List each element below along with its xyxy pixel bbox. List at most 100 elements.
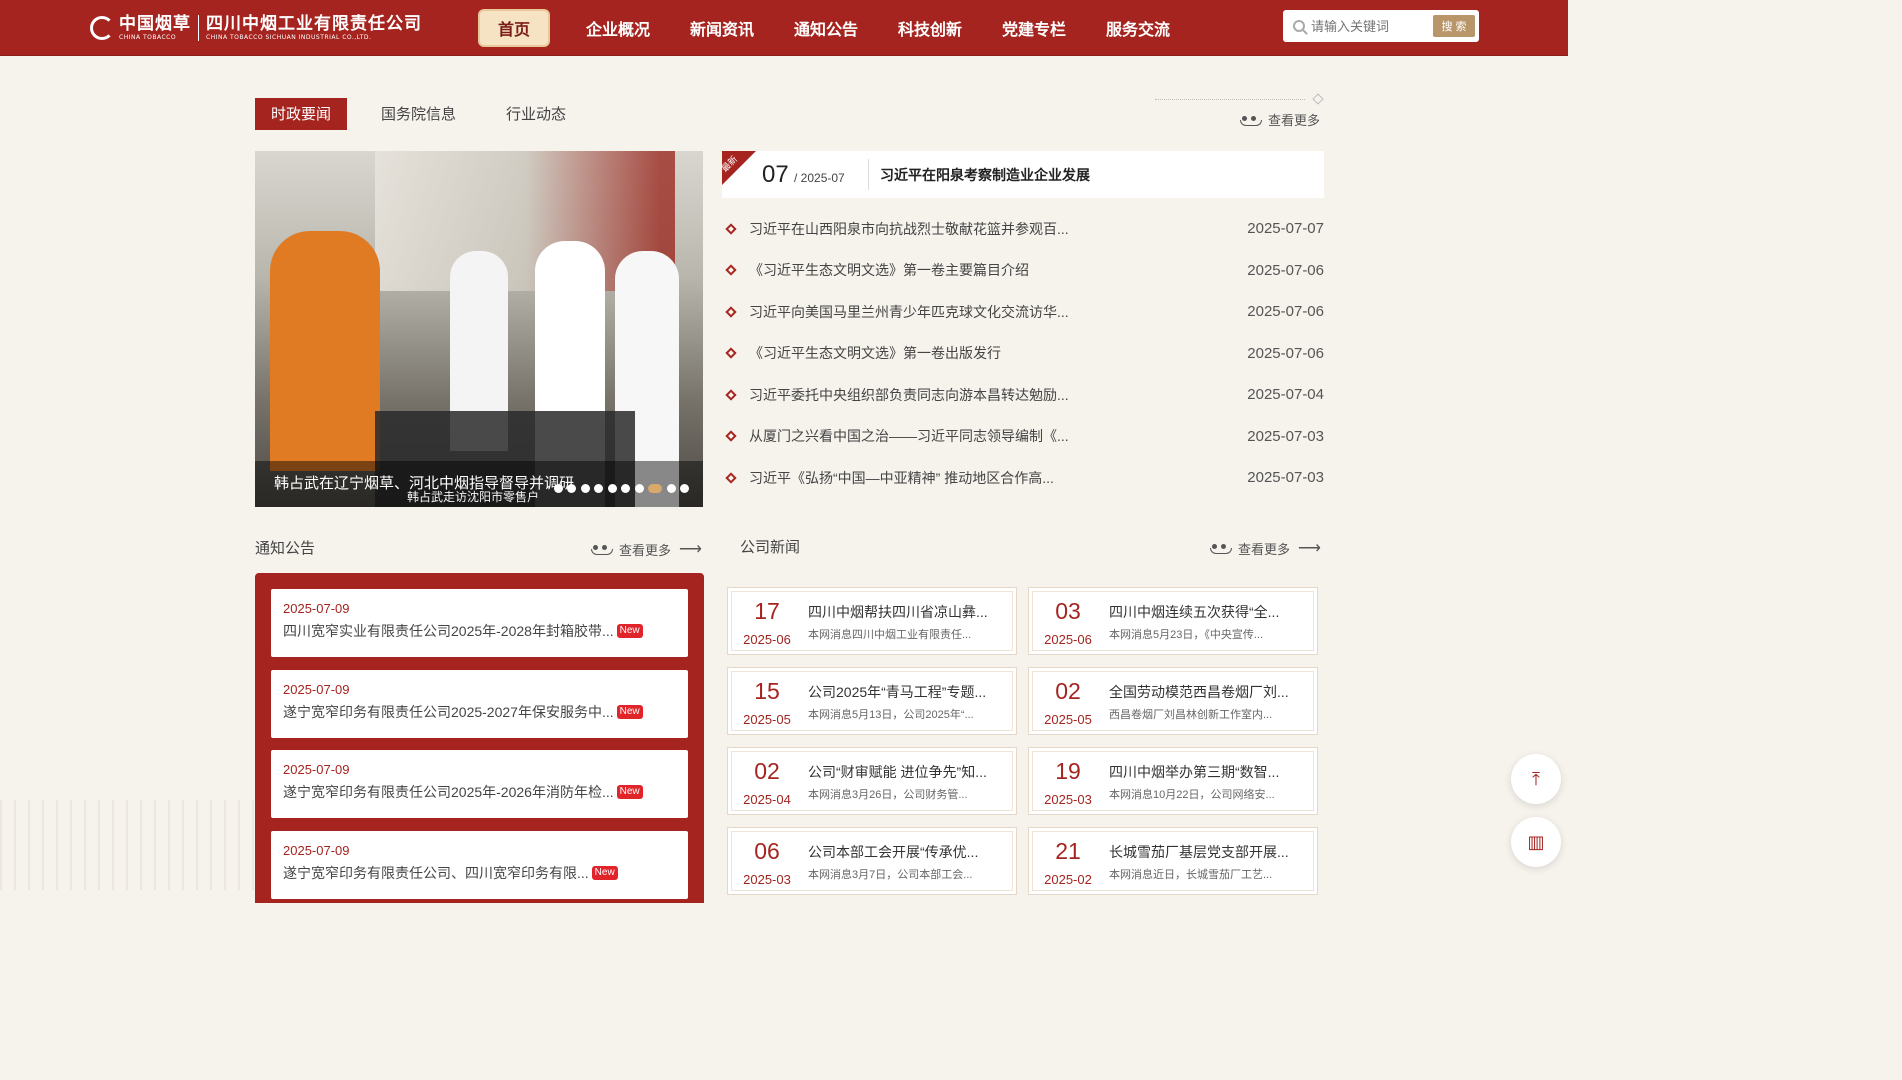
news-date: 2025-07-03 <box>1247 427 1324 445</box>
politics-more-link[interactable]: 查看更多 <box>1240 110 1320 129</box>
notice-title: 四川宽窄实业有限责任公司2025年-2028年封箱胶带... <box>283 623 614 639</box>
notices-more-link[interactable]: 查看更多 ⟶ <box>591 539 702 559</box>
card-year-month: 2025-04 <box>743 792 791 807</box>
side-tool-button[interactable]: ▥ <box>1511 817 1561 867</box>
nav-item-notices[interactable]: 通知公告 <box>774 0 878 56</box>
tab-industry[interactable]: 行业动态 <box>490 98 582 130</box>
company-news-card[interactable]: 02 2025-05 全国劳动模范西昌卷烟厂刘... 西昌卷烟厂刘昌林创新工作室内..… <box>1028 667 1318 735</box>
news-list-item[interactable]: 《习近平生态文明文选》第一卷出版发行 2025-07-06 <box>722 333 1324 375</box>
notice-title: 遂宁宽窄印务有限责任公司2025-2027年保安服务中... <box>283 703 614 720</box>
new-badge: New <box>616 704 643 719</box>
slider-dot[interactable] <box>580 484 590 493</box>
news-list-item[interactable]: 习近平向美国马里兰州青少年匹克球文化交流访华... 2025-07-06 <box>722 291 1324 333</box>
slider-dot[interactable] <box>607 484 617 493</box>
card-title: 长城雪茄厂基层党支部开展... <box>1109 844 1289 860</box>
main-nav: 首页 企业概况 新闻资讯 通知公告 科技创新 党建专栏 服务交流 <box>462 0 1190 56</box>
company-news-card[interactable]: 15 2025-05 公司2025年“青马工程”专题... 本网消息5月13日，公司2… <box>727 667 1017 735</box>
notice-item[interactable]: 2025-07-09 遂宁宽窄印务有限责任公司2025年-2026年消防年检...… <box>271 750 688 818</box>
card-year-month: 2025-06 <box>1044 632 1092 647</box>
notices-section-title: 通知公告 <box>255 539 316 557</box>
card-day: 02 <box>1055 678 1081 704</box>
notice-item[interactable]: 2025-07-09 遂宁宽窄印务有限责任公司、四川宽窄印务有限... New <box>271 830 688 899</box>
diamond-bullet-icon <box>725 223 737 235</box>
card-day: 06 <box>754 838 780 864</box>
card-day: 03 <box>1055 598 1081 624</box>
news-image-slider[interactable]: 韩占武在辽宁烟草、河北中烟指导督导并调研 韩占武走访沈阳市零售户 <box>255 151 703 507</box>
slider-dot[interactable] <box>594 484 603 493</box>
news-list-item[interactable]: 习近平《弘扬“中国—中亚精神” 推动地区合作高... 2025-07-03 <box>722 457 1324 499</box>
notice-item[interactable]: 2025-07-09 四川宽窄实业有限责任公司2025年-2028年封箱胶带...… <box>271 589 688 657</box>
nav-item-party[interactable]: 党建专栏 <box>982 0 1086 56</box>
company-news-card[interactable]: 02 2025-04 公司“财审赋能 进位争先”知... 本网消息3月26日，公司财务… <box>727 747 1017 815</box>
company-news-card[interactable]: 06 2025-03 公司本部工会开展“传承优... 本网消息3月7日，公司本部工会.… <box>727 827 1017 895</box>
decorative-diamond-icon <box>1312 93 1324 105</box>
back-to-top-button[interactable]: ⤒ <box>1511 754 1561 804</box>
slider-dot[interactable] <box>553 484 563 493</box>
decorative-dotted-line <box>1155 99 1305 100</box>
nav-item-service[interactable]: 服务交流 <box>1086 0 1190 56</box>
notice-item[interactable]: 2025-07-09 遂宁宽窄印务有限责任公司2025-2027年保安服务中...… <box>271 669 688 738</box>
nav-item-innovation[interactable]: 科技创新 <box>878 0 982 56</box>
slider-dot[interactable] <box>567 484 576 493</box>
card-year-month: 2025-05 <box>743 712 791 727</box>
news-title: 习近平在山西阳泉市向抗战烈士敬献花篮并参观百... <box>749 220 1069 237</box>
new-badge: New <box>616 624 643 638</box>
company-en-name: CHINA TOBACCO SICHUAN INDUSTRIAL CO.,LTD… <box>206 34 372 41</box>
headline-title[interactable]: 习近平在阳泉考察制造业企业发展 <box>880 165 1090 185</box>
tab-state-council[interactable]: 国务院信息 <box>365 98 472 130</box>
company-news-card[interactable]: 17 2025-06 四川中烟帮扶四川省凉山彝... 本网消息四川中烟工业有限责任..… <box>727 587 1017 655</box>
logo-divider <box>198 15 199 41</box>
featured-headline[interactable]: 最新 07 / 2025-07 习近平在阳泉考察制造业企业发展 <box>719 151 1324 198</box>
search-button[interactable]: 搜 索 <box>1433 15 1475 37</box>
company-news-section-title: 公司新闻 <box>740 538 801 556</box>
card-summary: 本网消息5月23日，《中央宣传... <box>1109 629 1264 641</box>
company-news-card[interactable]: 03 2025-06 四川中烟连续五次获得“全... 本网消息5月23日，《中央宣传.… <box>1028 587 1318 655</box>
news-date: 2025-07-06 <box>1247 261 1324 279</box>
company-news-more-link[interactable]: 查看更多 ⟶ <box>1210 538 1321 558</box>
tab-political-news[interactable]: 时政要闻 <box>255 98 348 130</box>
card-title: 公司本部工会开展“传承优... <box>808 844 979 860</box>
new-badge: New <box>591 865 618 880</box>
card-year-month: 2025-05 <box>1044 712 1092 727</box>
card-summary: 本网消息四川中烟工业有限责任... <box>808 629 972 641</box>
company-news-card[interactable]: 21 2025-02 长城雪茄厂基层党支部开展... 本网消息近日，长城雪茄厂工艺..… <box>1028 827 1318 895</box>
news-list-item[interactable]: 《习近平生态文明文选》第一卷主要篇目介绍 2025-07-06 <box>722 250 1324 292</box>
headline-day: 07 <box>762 161 789 188</box>
card-day: 15 <box>754 678 780 704</box>
news-title: 从厦门之兴看中国之治——习近平同志领导编制《... <box>749 428 1069 445</box>
slider-dot[interactable] <box>666 484 676 493</box>
card-summary: 本网消息3月7日，公司本部工会... <box>808 869 973 881</box>
company-news-card[interactable]: 19 2025-03 四川中烟举办第三期“数智... 本网消息10月22日，公司网络安… <box>1028 747 1318 815</box>
news-list-item[interactable]: 习近平委托中央组织部负责同志向游本昌转达勉励... 2025-07-04 <box>722 374 1324 416</box>
card-day: 21 <box>1055 838 1081 864</box>
news-date: 2025-07-04 <box>1247 386 1324 404</box>
news-list-item[interactable]: 习近平在山西阳泉市向抗战烈士敬献花篮并参观百... 2025-07-07 <box>722 208 1324 250</box>
nav-item-home[interactable]: 首页 <box>462 0 566 56</box>
site-logo[interactable]: 中国烟草 CHINA TOBACCO 四川中烟工业有限责任公司 CHINA TO… <box>90 10 422 46</box>
company-news-grid: 17 2025-06 四川中烟帮扶四川省凉山彝... 本网消息四川中烟工业有限责任..… <box>727 587 1319 895</box>
logo-cn-text: 中国烟草 <box>119 14 191 34</box>
diamond-bullet-icon <box>725 264 737 276</box>
nav-item-overview[interactable]: 企业概况 <box>566 0 670 56</box>
slide-photo-subcaption: 韩占武走访沈阳市零售户 <box>407 490 540 504</box>
card-summary: 本网消息5月13日，公司2025年“... <box>808 709 974 721</box>
news-title: 《习近平生态文明文选》第一卷出版发行 <box>749 345 1001 362</box>
notice-date: 2025-07-09 <box>283 762 350 777</box>
card-summary: 本网消息10月22日，公司网络安... <box>1109 789 1275 801</box>
slider-dot[interactable] <box>680 484 689 493</box>
diamond-bullet-icon <box>725 389 737 401</box>
notice-date: 2025-07-09 <box>283 681 350 697</box>
diamond-bullet-icon <box>725 306 737 318</box>
card-title: 全国劳动模范西昌卷烟厂刘... <box>1109 684 1289 700</box>
slider-dot[interactable] <box>621 484 630 493</box>
panda-icon <box>591 543 613 555</box>
card-title: 公司2025年“青马工程”专题... <box>808 684 987 700</box>
nav-item-news[interactable]: 新闻资讯 <box>670 0 774 56</box>
news-list-item[interactable]: 从厦门之兴看中国之治——习近平同志领导编制《... 2025-07-03 <box>722 416 1324 458</box>
search-input[interactable] <box>1311 18 1433 34</box>
card-day: 02 <box>754 758 780 784</box>
slider-dot[interactable] <box>648 484 662 493</box>
slider-dot[interactable] <box>634 484 644 493</box>
card-year-month: 2025-06 <box>743 632 791 647</box>
politics-tabs: 时政要闻 国务院信息 行业动态 <box>255 98 600 130</box>
